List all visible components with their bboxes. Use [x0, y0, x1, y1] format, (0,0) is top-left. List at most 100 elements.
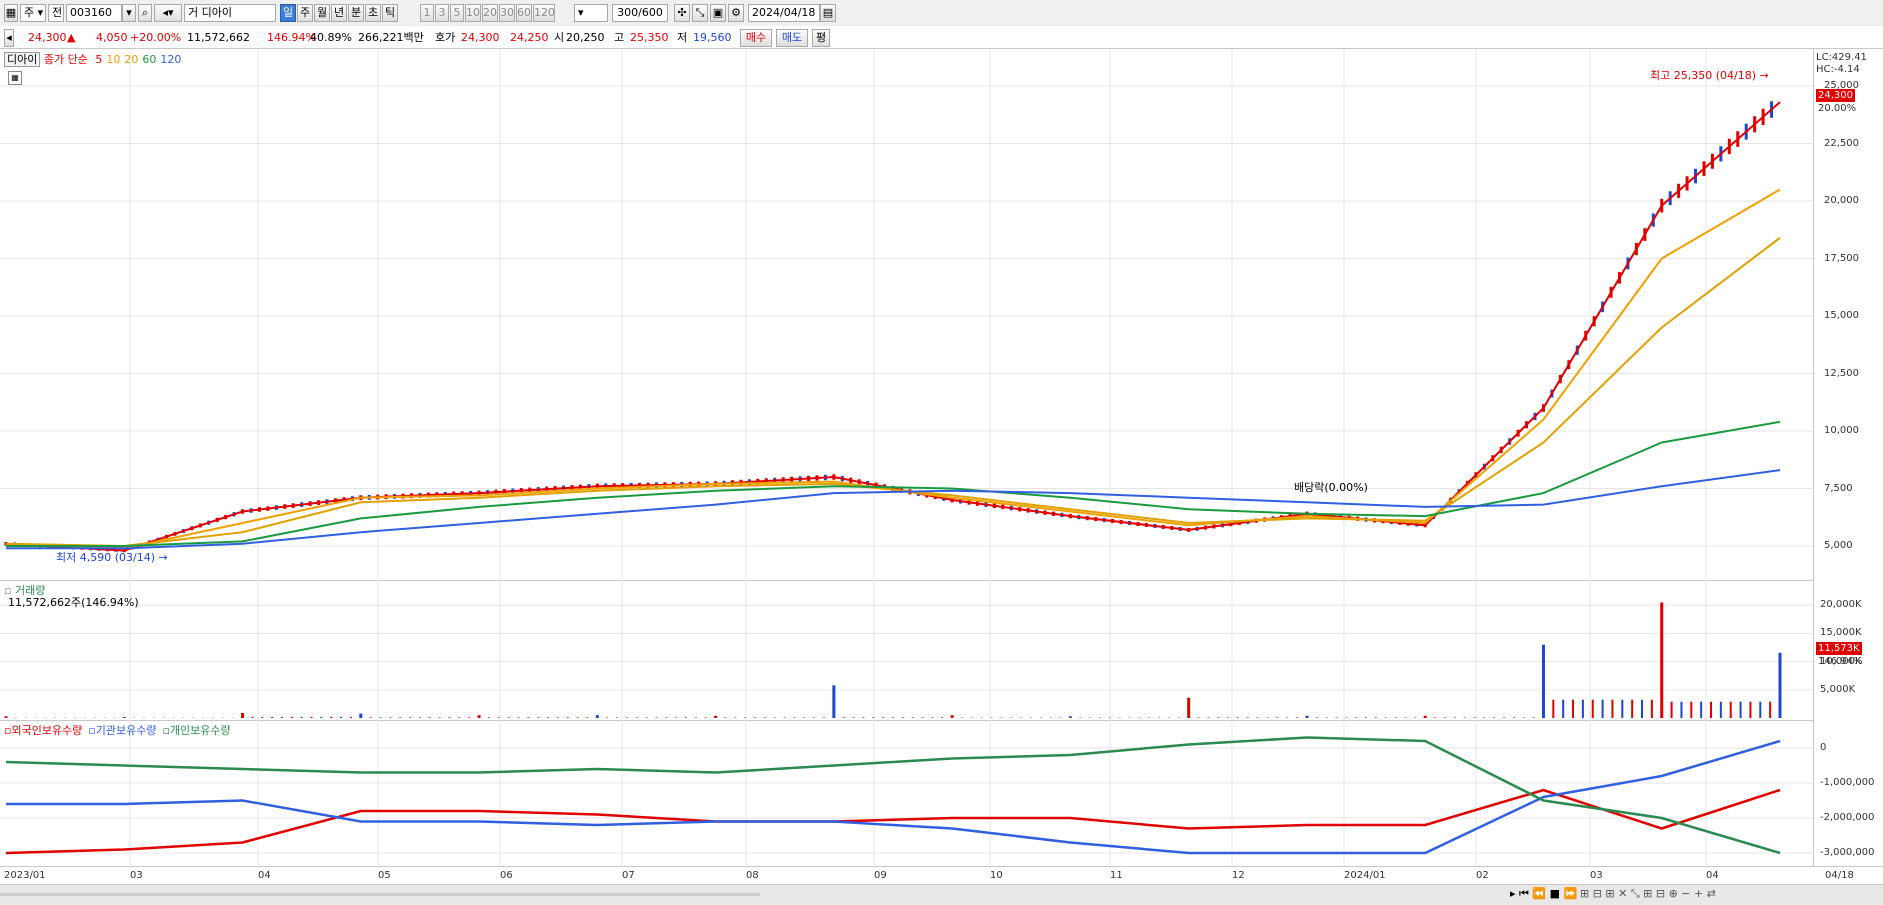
volume-bar: [912, 717, 914, 718]
volume-bar: [616, 717, 618, 718]
stock-name[interactable]: 거 디아이: [184, 4, 276, 22]
holdings-tick: -2,000,000: [1820, 812, 1875, 823]
save-icon[interactable]: ▣: [710, 4, 726, 22]
zoom-icons[interactable]: ⊞ ⊟ ⊞ ✕ ⤡ ⊞ ⊟ ⊕ − + ⇄: [1580, 887, 1716, 901]
price-panel[interactable]: 디아이 종가 단순 5102060120 ▦ 최고 25,350 (04/18)…: [0, 49, 1813, 581]
volume-bar: [1710, 702, 1712, 718]
volume-bar: [419, 717, 421, 718]
number-60[interactable]: 60: [516, 4, 532, 22]
volume-bar: [1355, 717, 1357, 718]
x-tick: 02: [1476, 870, 1489, 881]
holdings-panel[interactable]: ▫외국인보유수량▫기관보유수량▫개인보유수량: [0, 720, 1813, 867]
volume-bar: [922, 717, 924, 718]
gear-icon[interactable]: ⚙: [728, 4, 744, 22]
volume-bar: [675, 717, 677, 718]
prev-next-icon[interactable]: ◂▾: [154, 4, 182, 22]
period-1[interactable]: 일: [280, 4, 296, 22]
volume-bar: [1365, 717, 1367, 718]
volume-bar: [1316, 717, 1318, 718]
number-20[interactable]: 20: [482, 4, 498, 22]
volume-bar: [665, 717, 667, 718]
volume-tick: 5,000K: [1820, 684, 1855, 695]
volume-bar: [1473, 717, 1475, 718]
volume-bar: [1621, 700, 1623, 718]
stock-label[interactable]: 디아이: [4, 52, 40, 67]
calendar-icon[interactable]: ▤: [820, 4, 836, 22]
volume-bar: [754, 717, 756, 718]
market-select[interactable]: 주 ▾: [20, 4, 46, 22]
flat-button[interactable]: 평: [812, 29, 830, 47]
code-type[interactable]: 전: [48, 4, 64, 22]
toolbar: ▦ 주 ▾ 전 003160 ▾ ⌕ ◂▾ 거 디아이 일주월년분초틱 1351…: [0, 0, 1883, 27]
volume-bar: [823, 717, 825, 718]
volume-bar: [1542, 645, 1545, 718]
period-7[interactable]: 틱: [382, 4, 398, 22]
sell-button[interactable]: 매도: [776, 29, 808, 47]
volume-bar: [449, 717, 451, 718]
volume-bar: [862, 717, 864, 718]
tools-icon[interactable]: ⤡: [692, 4, 708, 22]
period-3[interactable]: 월: [314, 4, 330, 22]
period-6[interactable]: 초: [365, 4, 381, 22]
volume-bar: [1562, 700, 1564, 718]
volume-bar: [1198, 717, 1200, 718]
volume-bar: [1690, 702, 1692, 718]
collapse-icon[interactable]: ◂: [4, 29, 14, 47]
number-5[interactable]: 5: [450, 4, 464, 22]
volume-bar: [1513, 717, 1515, 718]
volume-bar: [1444, 717, 1446, 718]
holdings-legend-3: ▫개인보유수량: [162, 724, 230, 737]
number-30[interactable]: 30: [499, 4, 515, 22]
volume-bar: [636, 717, 638, 718]
number-10[interactable]: 10: [465, 4, 481, 22]
count-field[interactable]: 300/600: [612, 4, 668, 22]
volume-bar: [1759, 702, 1761, 718]
volume-bar: [832, 685, 835, 718]
blank-select[interactable]: ▾: [574, 4, 608, 22]
scroll-track[interactable]: [0, 893, 760, 896]
price-chart-svg: [0, 49, 1813, 580]
x-axis: 2023/01030405060708091011122024/01020304…: [0, 866, 1883, 885]
period-4[interactable]: 년: [331, 4, 347, 22]
volume-bar: [1414, 717, 1416, 718]
crosshair-icon[interactable]: ✣: [674, 4, 690, 22]
volume-bar: [1493, 717, 1495, 718]
volume-bar: [1247, 717, 1249, 718]
volume-bar: [1582, 700, 1584, 718]
volume-panel[interactable]: ▫ 거래량 11,572,662주(146.94%): [0, 580, 1813, 721]
volume-bar: [1326, 717, 1328, 718]
volume-bar: [714, 716, 717, 718]
number-3[interactable]: 3: [435, 4, 449, 22]
buy-button[interactable]: 매수: [740, 29, 772, 47]
code-input[interactable]: 003160: [66, 4, 122, 22]
volume-bar: [1336, 717, 1338, 718]
ma-periods: 5102060120: [91, 53, 181, 66]
volume-bar: [527, 717, 529, 718]
volume-bar: [1572, 700, 1574, 718]
volume-bar: [1267, 717, 1269, 718]
volume-bar: [1779, 653, 1782, 718]
volume-bar: [1257, 717, 1259, 718]
period-2[interactable]: 주: [297, 4, 313, 22]
pct-tag: 20.00%: [1818, 103, 1856, 114]
bid: 24,250: [510, 30, 549, 46]
chevron-down-icon[interactable]: ▾: [122, 4, 136, 22]
number-1[interactable]: 1: [420, 4, 434, 22]
volume-bar: [340, 717, 342, 718]
volume-chart-svg: [0, 580, 1813, 720]
holdings-axis: 0-1,000,000-2,000,000-3,000,000: [1813, 720, 1883, 866]
holdings-legend-1: ▫외국인보유수량: [4, 724, 82, 737]
volume-bar: [1069, 716, 1072, 718]
grid-icon[interactable]: ▦: [8, 71, 22, 85]
low-annotation-text: 최저 4,590 (03/14): [56, 551, 155, 564]
period-5[interactable]: 분: [348, 4, 364, 22]
holdings-tick: -1,000,000: [1820, 777, 1875, 788]
ask: 24,300: [461, 30, 500, 46]
nav-buttons[interactable]: ▸ ⏮ ⏪ ■ ⏩: [1510, 887, 1577, 901]
volume-bar: [547, 717, 549, 718]
search-icon[interactable]: ⌕: [138, 4, 152, 22]
date-field[interactable]: 2024/04/18: [748, 4, 820, 22]
window-icon[interactable]: ▦: [4, 4, 18, 22]
volume-bar: [251, 717, 253, 718]
number-120[interactable]: 120: [533, 4, 555, 22]
